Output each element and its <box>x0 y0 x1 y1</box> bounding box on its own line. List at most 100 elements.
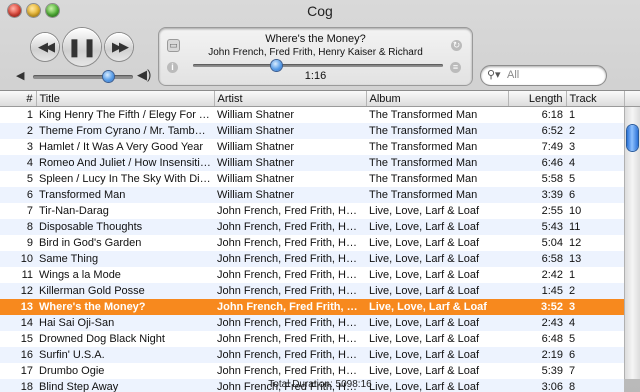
row-length: 2:43 <box>508 315 566 331</box>
row-track: 10 <box>566 203 624 219</box>
column-header-artist[interactable]: Artist <box>214 91 367 107</box>
row-length: 5:43 <box>508 219 566 235</box>
row-number: 6 <box>0 187 36 203</box>
close-button[interactable] <box>8 4 21 17</box>
table-row[interactable]: 1King Henry The Fifth / Elegy For The Br… <box>0 106 624 123</box>
search-input[interactable] <box>507 68 601 82</box>
column-header-track[interactable]: Track <box>566 91 625 107</box>
table-row[interactable]: 6 Transformed Man William Shatner The Trans… <box>0 187 624 203</box>
search-icon[interactable]: ⚲▾ <box>487 68 501 81</box>
table-row[interactable]: 2Theme From Cyrano / Mr. Tambourine ManW… <box>0 123 624 139</box>
table-row[interactable]: 15 Drowned Dog Black Night John French, Fr… <box>0 331 624 347</box>
row-album: Live, Love, Larf & Loaf <box>366 331 508 347</box>
table-row[interactable]: 11 Wings a la Mode John French, Fred Frith… <box>0 267 624 283</box>
search-field[interactable]: ⚲▾ <box>481 66 606 85</box>
row-number: 17 <box>0 363 36 379</box>
table-row[interactable]: 3 Hamlet / It Was A Very Good Year William… <box>0 139 624 155</box>
row-track: 4 <box>566 315 624 331</box>
vertical-scrollbar[interactable] <box>624 107 640 379</box>
row-number: 5 <box>0 171 36 187</box>
row-track: 3 <box>566 299 624 315</box>
row-length: 2:19 <box>508 347 566 363</box>
volume-knob[interactable] <box>103 71 114 82</box>
row-artist: John French, Fred Frith, Henry Kaiser & … <box>214 299 366 315</box>
row-track: 1 <box>566 106 624 123</box>
row-track: 2 <box>566 283 624 299</box>
row-title: Killerman Gold Posse <box>36 283 214 299</box>
table-row[interactable]: 17 Drumbo Ogie John French, Fred Frith, He… <box>0 363 624 379</box>
row-number: 12 <box>0 283 36 299</box>
table-row[interactable]: 10 Same Thing John French, Fred Frith, Hen… <box>0 251 624 267</box>
row-artist: John French, Fred Frith, Henry Kaiser & … <box>214 283 366 299</box>
row-artist: John French, Fred Frith, Henry Kaiser & … <box>214 347 366 363</box>
row-number: 1 <box>0 106 36 123</box>
row-track: 11 <box>566 219 624 235</box>
now-playing-display: ▭ i ↻ ≡ Where's the Money? John French, … <box>159 28 472 85</box>
row-album: Live, Love, Larf & Loaf <box>366 299 508 315</box>
next-icon: ▶▶ <box>112 39 129 54</box>
row-title: Same Thing <box>36 251 214 267</box>
row-length: 7:49 <box>508 139 566 155</box>
column-header-number[interactable]: # <box>0 91 37 107</box>
row-album: Live, Love, Larf & Loaf <box>366 219 508 235</box>
row-number: 8 <box>0 219 36 235</box>
row-length: 6:52 <box>508 123 566 139</box>
header-corner <box>625 91 640 107</box>
row-track: 1 <box>566 267 624 283</box>
playlist-table[interactable]: # Title Artist Album Length Track 1 King … <box>0 90 640 392</box>
minimize-button[interactable] <box>27 4 40 17</box>
now-playing-title: Where's the Money? <box>265 33 366 45</box>
row-album: Live, Love, Larf & Loaf <box>366 315 508 331</box>
column-header-length[interactable]: Length <box>508 91 567 107</box>
row-number: 13 <box>0 299 36 315</box>
row-length: 3:52 <box>508 299 566 315</box>
table-row[interactable]: 9 Bird in God's Garden John French, Fred F… <box>0 235 624 251</box>
row-album: Live, Love, Larf & Loaf <box>366 203 508 219</box>
previous-track-button[interactable]: ◀◀ <box>31 33 59 61</box>
row-length: 6:48 <box>508 331 566 347</box>
seek-slider[interactable] <box>193 60 443 71</box>
cog-window: Cog ◀◀ ❚❚ ▶▶ ◀ ◀) ▭ i ↻ ≡ Where's the Mo… <box>0 0 640 392</box>
row-number: 11 <box>0 267 36 283</box>
row-album: The Transformed Man <box>366 106 508 123</box>
row-title: Theme From Cyrano / Mr. Tambourine Man <box>36 123 214 139</box>
scroll-thumb[interactable] <box>627 125 638 151</box>
row-number: 4 <box>0 155 36 171</box>
row-album: Live, Love, Larf & Loaf <box>366 251 508 267</box>
zoom-button[interactable] <box>46 4 59 17</box>
row-length: 5:39 <box>508 363 566 379</box>
row-artist: John French, Fred Frith, Henry Kaiser & … <box>214 235 366 251</box>
row-track: 13 <box>566 251 624 267</box>
row-track: 2 <box>566 123 624 139</box>
column-header-album[interactable]: Album <box>366 91 509 107</box>
column-header-title[interactable]: Title <box>36 91 215 107</box>
window-title: Cog <box>307 3 333 19</box>
row-title: Drowned Dog Black Night <box>36 331 214 347</box>
row-title: Disposable Thoughts <box>36 219 214 235</box>
volume-low-icon: ◀ <box>16 70 25 82</box>
next-track-button[interactable]: ▶▶ <box>105 33 133 61</box>
row-title: Bird in God's Garden <box>36 235 214 251</box>
row-title: Where's the Money? <box>36 299 214 315</box>
row-artist: William Shatner <box>214 106 366 123</box>
row-track: 3 <box>566 139 624 155</box>
play-pause-button[interactable]: ❚❚ <box>63 28 101 66</box>
table-row-selected[interactable]: 13 Where's the Money? John French, Fred Fr… <box>0 299 624 315</box>
row-track: 4 <box>566 155 624 171</box>
table-row[interactable]: 12 Killerman Gold Posse John French, Fred … <box>0 283 624 299</box>
volume-slider[interactable] <box>33 71 133 82</box>
now-playing-artist: John French, Fred Frith, Henry Kaiser & … <box>208 47 423 58</box>
table-row[interactable]: 7 Tir-Nan-Darag John French, Fred Frith, H… <box>0 203 624 219</box>
table-row[interactable]: 14 Hai Sai Oji-San John French, Fred Frith… <box>0 315 624 331</box>
table-row[interactable]: 16 Surfin' U.S.A. John French, Fred Frith,… <box>0 347 624 363</box>
table-row[interactable]: 5Spleen / Lucy In The Sky With DiamondsW… <box>0 171 624 187</box>
table-row[interactable]: 8 Disposable Thoughts John French, Fred Fr… <box>0 219 624 235</box>
row-number: 3 <box>0 139 36 155</box>
toolbar: ◀◀ ❚❚ ▶▶ ◀ ◀) ▭ i ↻ ≡ Where's the Money?… <box>0 22 640 90</box>
row-title: Hamlet / It Was A Very Good Year <box>36 139 214 155</box>
title-bar[interactable]: Cog <box>0 0 640 22</box>
table-row[interactable]: 4 Romeo And Juliet / How Insensitive Willi… <box>0 155 624 171</box>
row-title: Transformed Man <box>36 187 214 203</box>
row-title: Hai Sai Oji-San <box>36 315 214 331</box>
row-length: 6:46 <box>508 155 566 171</box>
